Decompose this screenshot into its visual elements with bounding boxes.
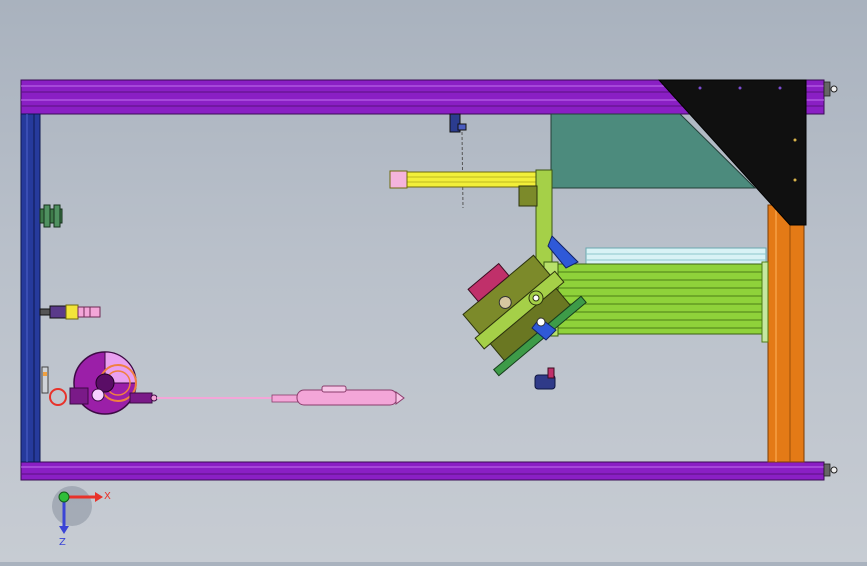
cad-model: X Z	[20, 79, 838, 548]
spindle-motor-icon[interactable]	[49, 351, 158, 415]
clamp-fixture-icon[interactable]	[39, 204, 63, 228]
gripper-base-cylinder	[534, 367, 556, 390]
top-end-bolt	[823, 81, 838, 97]
sensor-fixture-icon[interactable]	[39, 304, 101, 320]
x-axis-label: X	[104, 491, 111, 502]
top-hanging-bracket	[449, 113, 467, 209]
bottom-end-bolt	[823, 463, 838, 477]
left-frame-post[interactable]	[20, 113, 41, 463]
olive-column-cap	[518, 185, 538, 207]
yellow-arm[interactable]	[389, 170, 541, 189]
small-connector-icon	[41, 366, 49, 394]
origin-marker	[58, 491, 70, 503]
probe-tool-icon[interactable]	[157, 385, 405, 406]
coordinate-triad-icon: X Z	[52, 486, 111, 548]
right-orange-post[interactable]	[767, 204, 805, 463]
cad-viewport[interactable]: X Z	[0, 0, 867, 562]
z-axis-label: Z	[59, 537, 66, 548]
bottom-frame-beam[interactable]	[20, 461, 825, 481]
